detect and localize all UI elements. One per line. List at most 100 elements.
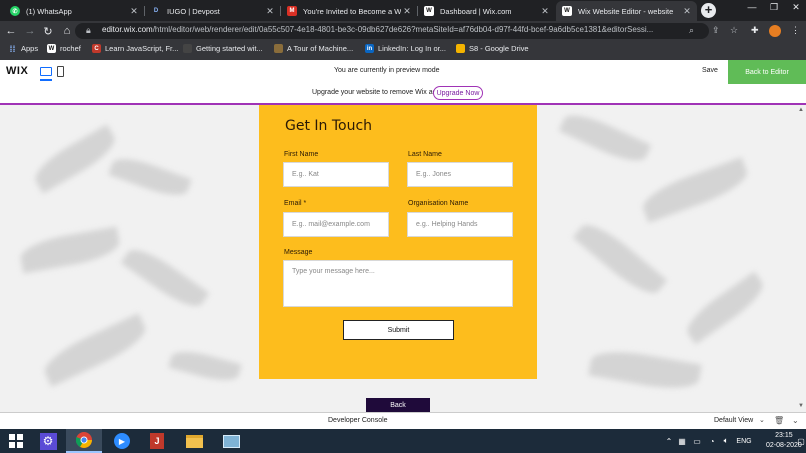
default-view-select[interactable]: Default View bbox=[714, 417, 753, 424]
whatsapp-icon: ✆ bbox=[10, 6, 20, 16]
app-icon[interactable]: J bbox=[143, 429, 171, 453]
scroll-down-arrow-icon[interactable]: ▼ bbox=[798, 403, 804, 409]
upgrade-now-button[interactable]: Upgrade Now bbox=[433, 86, 483, 100]
back-arrow-icon[interactable]: ← bbox=[4, 25, 18, 37]
windows-start-icon[interactable] bbox=[0, 429, 32, 453]
avatar[interactable] bbox=[769, 25, 781, 37]
language-indicator[interactable]: ENG bbox=[735, 429, 753, 453]
wix-icon: W bbox=[47, 44, 56, 53]
bookmark-learn-javascript[interactable]: C Learn JavaScript, Fr... bbox=[92, 44, 178, 53]
tab-title: (1) WhatsApp bbox=[26, 6, 72, 16]
chrome-icon[interactable] bbox=[66, 429, 102, 453]
share-icon[interactable]: ⇪ bbox=[712, 25, 720, 36]
image-icon bbox=[274, 44, 283, 53]
lock-icon[interactable]: 🔒︎ bbox=[86, 25, 91, 36]
back-to-editor-button[interactable]: Back to Editor bbox=[728, 60, 806, 84]
tab-gmail[interactable]: M You're Invited to Become a Wel ✕ bbox=[281, 1, 417, 21]
chevron-down-icon[interactable]: ⌄ bbox=[759, 416, 765, 424]
tab-devpost[interactable]: D IUGO | Devpost ✕ bbox=[145, 1, 280, 21]
first-name-field[interactable]: E.g.. Kat bbox=[283, 162, 389, 187]
message-field[interactable]: Type your message here... bbox=[283, 260, 513, 307]
forward-arrow-icon[interactable]: → bbox=[23, 25, 37, 37]
save-button[interactable]: Save bbox=[702, 67, 718, 74]
leaf-shadow bbox=[120, 241, 210, 315]
apps-grid-icon: ⁞⁞ bbox=[9, 43, 16, 54]
wix-icon: W bbox=[424, 6, 434, 16]
reload-icon[interactable]: ↻ bbox=[41, 25, 55, 38]
bookmark-label: rochef bbox=[60, 44, 81, 53]
desktop-view-icon[interactable] bbox=[40, 67, 52, 76]
organisation-label: Organisation Name bbox=[408, 200, 469, 207]
bookmark-rochef[interactable]: W rochef bbox=[47, 44, 81, 53]
leaf-shadow bbox=[572, 216, 668, 302]
submit-button[interactable]: Submit bbox=[343, 320, 454, 340]
gmail-icon: M bbox=[287, 6, 297, 16]
url-text[interactable]: editor.wix.com/html/editor/web/renderer/… bbox=[102, 25, 684, 34]
tab-whatsapp[interactable]: ✆ (1) WhatsApp ✕ bbox=[4, 1, 144, 21]
leaf-shadow bbox=[108, 152, 192, 202]
form-title: Get In Touch bbox=[285, 118, 373, 134]
bookmark-apps[interactable]: ⁞⁞ Apps bbox=[8, 43, 39, 54]
new-tab-button[interactable]: + bbox=[701, 3, 716, 18]
wifi-icon[interactable]: ◔ bbox=[707, 429, 717, 453]
bookmark-label: A Tour of Machine... bbox=[287, 44, 354, 53]
bookmark-linkedin[interactable]: in LinkedIn: Log In or... bbox=[365, 44, 446, 53]
bookmark-google-drive[interactable]: S8 - Google Drive bbox=[456, 44, 529, 53]
photos-icon[interactable] bbox=[217, 429, 245, 453]
bookmark-getting-started[interactable]: Getting started wit... bbox=[183, 44, 263, 53]
zoom-icon[interactable]: ▶ bbox=[108, 429, 136, 453]
minimize-icon[interactable]: — bbox=[744, 2, 760, 12]
settings-icon[interactable]: ⚙ bbox=[34, 429, 62, 453]
developer-console-bar bbox=[0, 412, 806, 430]
tab-wix-editor[interactable]: W Wix Website Editor - website ✕ bbox=[556, 1, 697, 21]
leaf-shadow bbox=[558, 107, 652, 169]
close-icon[interactable]: ✕ bbox=[264, 6, 276, 17]
preview-mode-text: You are currently in preview mode bbox=[334, 67, 440, 74]
menu-icon[interactable]: ⋮ bbox=[791, 25, 800, 36]
close-icon[interactable]: ✕ bbox=[401, 6, 413, 17]
close-icon[interactable]: ✕ bbox=[539, 6, 551, 17]
trash-icon[interactable]: 🗑︎ bbox=[774, 416, 784, 425]
leaf-shadow bbox=[680, 271, 770, 345]
email-field[interactable]: E.g.. mail@example.com bbox=[283, 212, 389, 237]
email-label: Email * bbox=[284, 200, 307, 207]
extensions-icon[interactable]: ✚ bbox=[751, 25, 759, 36]
scrollbar[interactable] bbox=[797, 105, 806, 412]
active-view-indicator bbox=[40, 79, 52, 81]
collapse-icon[interactable]: ⌄ bbox=[792, 416, 799, 425]
last-name-field[interactable]: E.g.. Jones bbox=[407, 162, 513, 187]
restore-icon[interactable]: ❐ bbox=[766, 2, 782, 13]
mobile-view-icon[interactable] bbox=[57, 66, 64, 77]
back-button[interactable]: Back bbox=[366, 398, 430, 412]
battery-icon[interactable]: ▭ bbox=[692, 429, 702, 453]
notifications-icon[interactable]: ▢ bbox=[796, 429, 806, 453]
close-window-icon[interactable]: ✕ bbox=[788, 2, 804, 13]
google-drive-icon bbox=[456, 44, 465, 53]
search-icon[interactable]: ⌕ bbox=[689, 25, 694, 36]
network-icon[interactable]: ▦ bbox=[677, 429, 687, 453]
wix-icon: W bbox=[562, 6, 572, 16]
first-name-label: First Name bbox=[284, 151, 319, 158]
home-icon[interactable]: ⌂ bbox=[60, 25, 74, 37]
show-hidden-icons-icon[interactable]: ⌃ bbox=[664, 429, 674, 453]
tab-title: Dashboard | Wix.com bbox=[440, 6, 512, 16]
bookmark-label: Apps bbox=[21, 44, 39, 53]
star-icon[interactable]: ☆ bbox=[730, 25, 738, 36]
close-icon[interactable]: ✕ bbox=[128, 6, 140, 17]
bookmark-icon bbox=[183, 44, 192, 53]
file-explorer-icon[interactable] bbox=[180, 429, 208, 453]
close-icon[interactable]: ✕ bbox=[681, 6, 693, 17]
developer-console-toggle[interactable]: Developer Console bbox=[328, 417, 388, 424]
wix-logo: WIX bbox=[6, 65, 29, 77]
tab-title: Wix Website Editor - website bbox=[578, 6, 674, 16]
bookmark-tour-of-machine[interactable]: A Tour of Machine... bbox=[274, 44, 353, 53]
codecademy-icon: C bbox=[92, 44, 101, 53]
leaf-shadow bbox=[38, 313, 152, 387]
leaf-shadow bbox=[29, 124, 121, 194]
scroll-up-arrow-icon[interactable]: ▲ bbox=[798, 107, 804, 113]
bookmark-label: S8 - Google Drive bbox=[469, 44, 529, 53]
organisation-field[interactable]: e.g.. Helping Hands bbox=[407, 212, 513, 237]
volume-icon[interactable]: 🔈︎ bbox=[721, 429, 731, 453]
tab-wix-dashboard[interactable]: W Dashboard | Wix.com ✕ bbox=[418, 1, 555, 21]
bookmark-label: Learn JavaScript, Fr... bbox=[105, 44, 179, 53]
